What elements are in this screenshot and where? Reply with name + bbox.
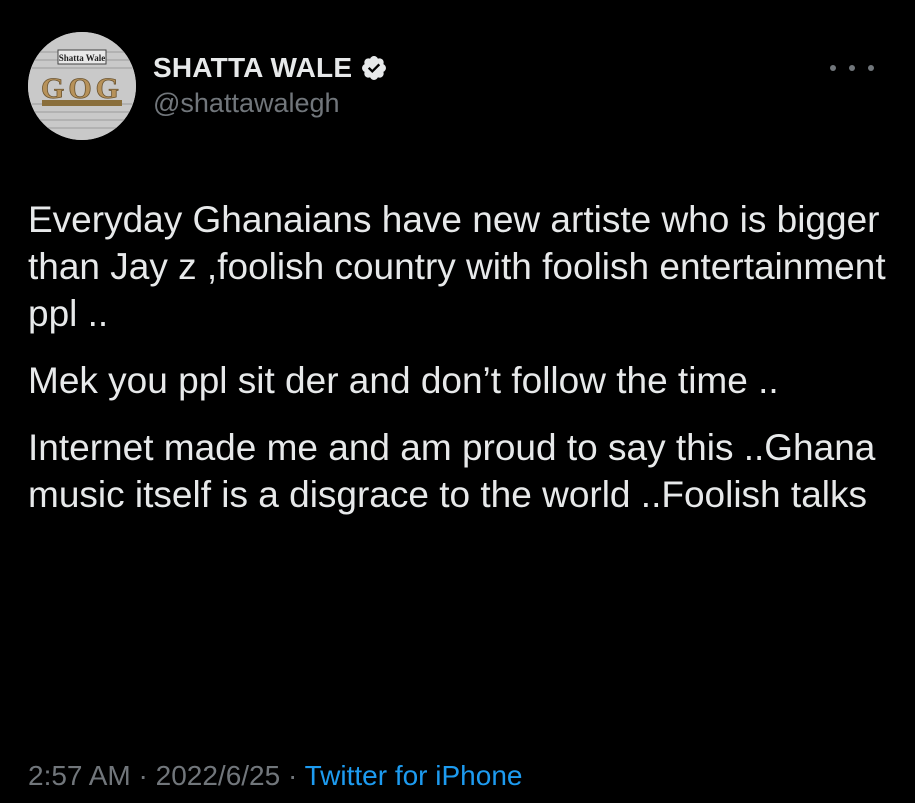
tweet-text: Everyday Ghanaians have new artiste who … [28,196,898,538]
tweet-paragraph: Everyday Ghanaians have new artiste who … [28,199,886,334]
tweet-meta: 2:57 AM · 2022/6/25 · Twitter for iPhone [28,760,522,792]
avatar-image: Shatta Wale GOG [28,32,136,140]
tweet-card: Shatta Wale GOG SHATTA WALE @shattawaleg… [0,0,915,803]
tweet-paragraph: Mek you ppl sit der and don’t follow the… [28,360,779,401]
more-options-icon[interactable] [830,58,874,78]
meta-separator: · [280,760,305,791]
author-handle[interactable]: @shattawalegh [153,88,388,119]
tweet-source-link[interactable]: Twitter for iPhone [305,760,523,791]
avatar-text-top: Shatta Wale [59,53,106,63]
tweet-paragraph: Internet made me and am proud to say thi… [28,427,876,515]
avatar[interactable]: Shatta Wale GOG [28,32,136,140]
verified-badge-icon [360,54,388,82]
tweet-time[interactable]: 2:57 AM [28,760,131,791]
author-name[interactable]: SHATTA WALE [153,52,352,84]
tweet-date[interactable]: 2022/6/25 [156,760,281,791]
meta-separator: · [130,760,156,791]
author-block: SHATTA WALE @shattawalegh [153,50,388,119]
name-row: SHATTA WALE [153,50,388,86]
